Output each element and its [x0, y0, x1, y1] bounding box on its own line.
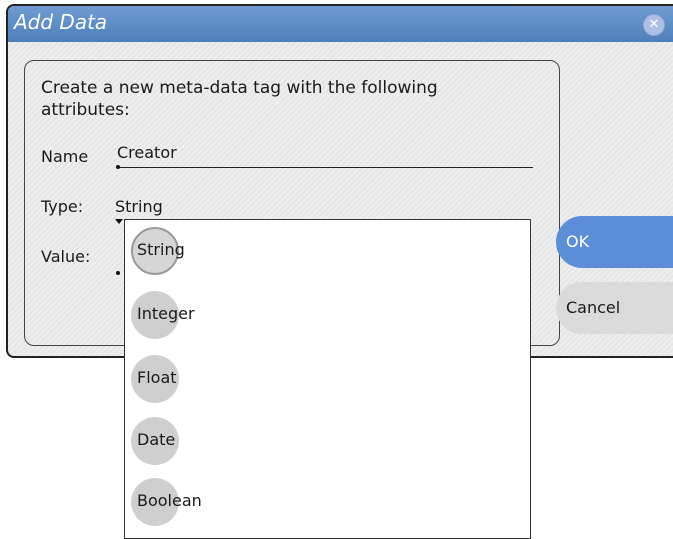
dropdown-option-integer[interactable]: Integer — [131, 287, 331, 339]
dialog-title: Add Data — [14, 10, 108, 34]
dropdown-option-date[interactable]: Date — [131, 413, 331, 465]
dropdown-option-boolean[interactable]: Boolean — [131, 474, 331, 526]
chevron-down-icon[interactable] — [115, 219, 123, 224]
dropdown-option-string[interactable]: String — [131, 223, 331, 275]
option-label: Float — [137, 368, 177, 387]
dialog-titlebar: Add Data ✕ — [8, 6, 673, 42]
value-label: Value: — [41, 247, 91, 266]
option-label: Integer — [137, 304, 195, 323]
type-label: Type: — [41, 197, 84, 216]
ok-button[interactable]: OK — [556, 216, 673, 268]
option-label: Date — [137, 430, 176, 449]
option-label: String — [137, 240, 185, 259]
dialog-description: Create a new meta-data tag with the foll… — [41, 78, 438, 120]
cancel-button[interactable]: Cancel — [556, 282, 673, 334]
name-label: Name — [41, 147, 89, 166]
name-field-caret-dot — [116, 165, 120, 169]
type-dropdown-list[interactable]: String Integer Float Date Boolean — [124, 219, 531, 539]
option-label: Boolean — [137, 491, 202, 510]
name-field-value[interactable]: Creator — [117, 143, 177, 162]
name-field-underline — [117, 167, 533, 168]
value-field-caret-dot — [116, 271, 120, 275]
type-select-value[interactable]: String — [115, 197, 163, 216]
dropdown-option-float[interactable]: Float — [131, 351, 331, 403]
close-icon[interactable]: ✕ — [643, 14, 665, 36]
